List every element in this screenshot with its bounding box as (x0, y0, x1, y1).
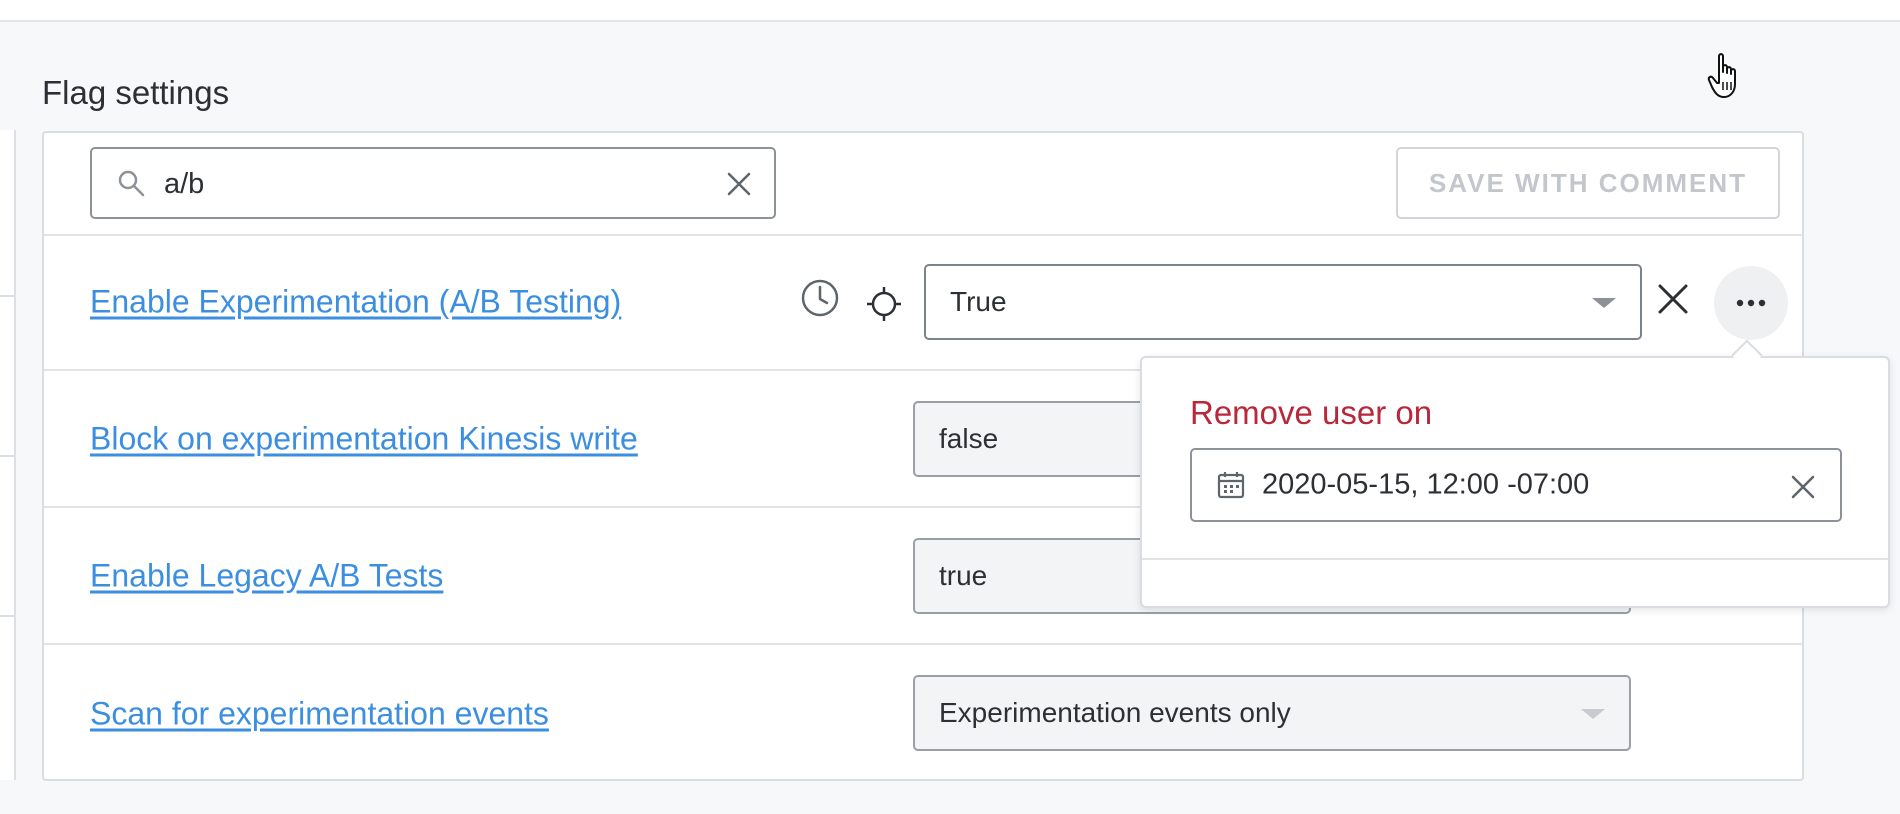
close-icon[interactable] (1656, 282, 1690, 316)
chevron-down-icon (1592, 298, 1616, 308)
flag-value: True (950, 286, 1007, 317)
flag-value-select[interactable]: Experimentation events only (913, 675, 1631, 751)
calendar-icon (1217, 472, 1245, 499)
clock-icon[interactable] (800, 278, 840, 318)
flag-name-link[interactable]: Scan for experimentation events (90, 695, 549, 732)
more-horizontal-icon (1736, 299, 1766, 307)
search-value: a/b (164, 168, 205, 200)
flag-value: Experimentation events only (939, 697, 1291, 728)
section-title: Flag settings (42, 74, 230, 111)
flag-value-select[interactable]: True (924, 264, 1642, 340)
top-header-strip (0, 0, 1900, 22)
search-input[interactable]: a/b (90, 147, 776, 219)
flag-value: false (939, 423, 999, 454)
popover-divider (1142, 558, 1888, 560)
chevron-down-icon (1581, 709, 1605, 719)
left-panel-divider (0, 455, 14, 457)
left-panel-divider (0, 615, 14, 617)
more-options-button[interactable] (1714, 266, 1788, 340)
date-value: 2020-05-15, 12:00 -07:00 (1262, 468, 1590, 501)
left-panel-edge (0, 130, 16, 780)
target-icon[interactable] (866, 286, 902, 322)
popover-title: Remove user on (1190, 394, 1433, 431)
flag-name-link[interactable]: Block on experimentation Kinesis write (90, 420, 638, 457)
save-with-comment-button[interactable]: SAVE WITH COMMENT (1396, 147, 1780, 219)
flag-value: true (939, 560, 988, 591)
close-icon[interactable] (726, 171, 752, 197)
flag-toolbar: a/b SAVE WITH COMMENT (44, 133, 1802, 236)
flag-row: Enable Experimentation (A/B Testing) Tru… (44, 234, 1802, 371)
search-icon (118, 170, 145, 197)
remove-date-input[interactable]: 2020-05-15, 12:00 -07:00 (1190, 448, 1842, 522)
remove-user-popover: Remove user on 2020-05-15, 12:00 -07:00 (1140, 356, 1890, 608)
hand-cursor-icon (1707, 53, 1736, 98)
flag-row: Scan for experimentation events Experime… (44, 645, 1802, 782)
left-panel-divider (0, 295, 14, 297)
flag-name-link[interactable]: Enable Legacy A/B Tests (90, 557, 443, 594)
close-icon[interactable] (1790, 474, 1816, 500)
flag-name-link[interactable]: Enable Experimentation (A/B Testing) (90, 283, 621, 320)
